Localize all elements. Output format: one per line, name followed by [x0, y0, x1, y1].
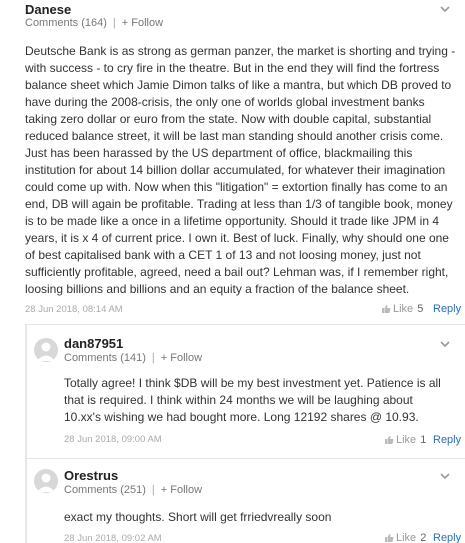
meta-separator: |: [151, 352, 155, 364]
comment-timestamp: 28 Jun 2018, 09:00 AM: [64, 434, 162, 445]
comment-body-line: institution for about 14 billion dollar …: [25, 163, 446, 177]
follow-button[interactable]: + Follow: [161, 352, 202, 364]
comment-author[interactable]: Orestrus: [64, 468, 118, 483]
comment-meta: Comments (141) | + Follow: [64, 352, 202, 364]
comments-count[interactable]: Comments (251): [64, 484, 146, 496]
reply-button[interactable]: Reply: [433, 532, 461, 543]
like-label: Like: [396, 532, 417, 543]
comment-body-line: sufficiently profitable, agreed, need a …: [25, 265, 449, 279]
comment-body-line: taking zero dollar or euro from the stat…: [25, 112, 432, 126]
like-count: 2: [420, 532, 427, 543]
comment-body-line: Just has been harassed by the US departm…: [25, 146, 413, 160]
comment-body-line: with success - to cry fire in the theatr…: [25, 61, 440, 75]
comments-count[interactable]: Comments (141): [64, 352, 146, 364]
like-label: Like: [393, 303, 414, 315]
comment-dan87951: dan87951 Comments (141) | + Follow Total…: [0, 330, 465, 455]
comment-meta: Comments (164) | + Follow: [25, 17, 163, 29]
thumbs-up-icon: [385, 436, 394, 444]
comment-body-line: reduced balance street, it will be last …: [25, 129, 444, 143]
comment-divider: [25, 458, 465, 459]
comment-danese: Danese Comments (164) | + Follow Deutsch…: [0, 0, 465, 320]
comment-body-line: could come up with. Now when this "litig…: [25, 180, 448, 194]
comment-author[interactable]: dan87951: [64, 336, 123, 351]
comment-body: Deutsche Bank is as strong as german pan…: [25, 43, 465, 298]
meta-separator: |: [112, 17, 116, 29]
chevron-down-icon[interactable]: [439, 470, 451, 482]
comment-body-line: exact my thoughts. Short will get frried…: [64, 510, 332, 524]
comment-body-line: of best capitalised bank with a CET 1 of…: [25, 248, 421, 262]
thumbs-up-icon: [385, 534, 394, 542]
like-count: 1: [420, 434, 427, 446]
comment-body-line: have during the 2008-crisis, the only on…: [25, 95, 425, 109]
comment-author[interactable]: Danese: [25, 2, 71, 17]
follow-button[interactable]: + Follow: [161, 484, 202, 496]
comment-body-line: that is required. I think within 24 mont…: [64, 393, 413, 407]
like-button[interactable]: Like 1: [384, 434, 426, 446]
comment-body-line: end, DB will again be profitable. Tradin…: [25, 197, 453, 211]
comment-meta: Comments (251) | + Follow: [64, 484, 202, 496]
comment-body-line: balance sheet which Jamie Dimon talks of…: [25, 78, 452, 92]
comment-body: exact my thoughts. Short will get frried…: [64, 509, 464, 526]
comment-body-line: Deutsche Bank is as strong as german pan…: [25, 44, 456, 58]
follow-button[interactable]: + Follow: [122, 17, 163, 29]
thumbs-up-icon: [382, 305, 391, 313]
like-button[interactable]: Like 5: [381, 303, 423, 315]
comments-count[interactable]: Comments (164): [25, 17, 107, 29]
chevron-down-icon[interactable]: [439, 3, 451, 15]
user-avatar-icon[interactable]: [34, 469, 58, 493]
user-avatar-icon[interactable]: [34, 338, 58, 362]
comment-body-line: loosing billions and billions and an equ…: [25, 282, 410, 296]
meta-separator: |: [151, 484, 155, 496]
comment-timestamp: 28 Jun 2018, 09:02 AM: [64, 533, 162, 543]
reply-button[interactable]: Reply: [433, 303, 461, 315]
like-label: Like: [396, 434, 417, 446]
comment-body-line: Totally agree! I think $DB will be my be…: [64, 376, 441, 390]
reply-button[interactable]: Reply: [433, 434, 461, 446]
comment-body-line: is to be made like a once in a lifetime …: [25, 214, 439, 228]
comment-orestrus: Orestrus Comments (251) | + Follow exact…: [0, 462, 465, 543]
comment-body-line: years, it is x 4 of current price. I own…: [25, 231, 449, 245]
chevron-down-icon[interactable]: [439, 338, 451, 350]
comment-timestamp: 28 Jun 2018, 08:14 AM: [25, 304, 123, 315]
like-count: 5: [417, 303, 424, 315]
comment-divider: [25, 324, 465, 325]
like-button[interactable]: Like 2: [384, 532, 426, 543]
comment-body: Totally agree! I think $DB will be my be…: [64, 375, 464, 426]
comment-body-line: 10.xx's wishing we had bought more. Long…: [64, 410, 419, 424]
